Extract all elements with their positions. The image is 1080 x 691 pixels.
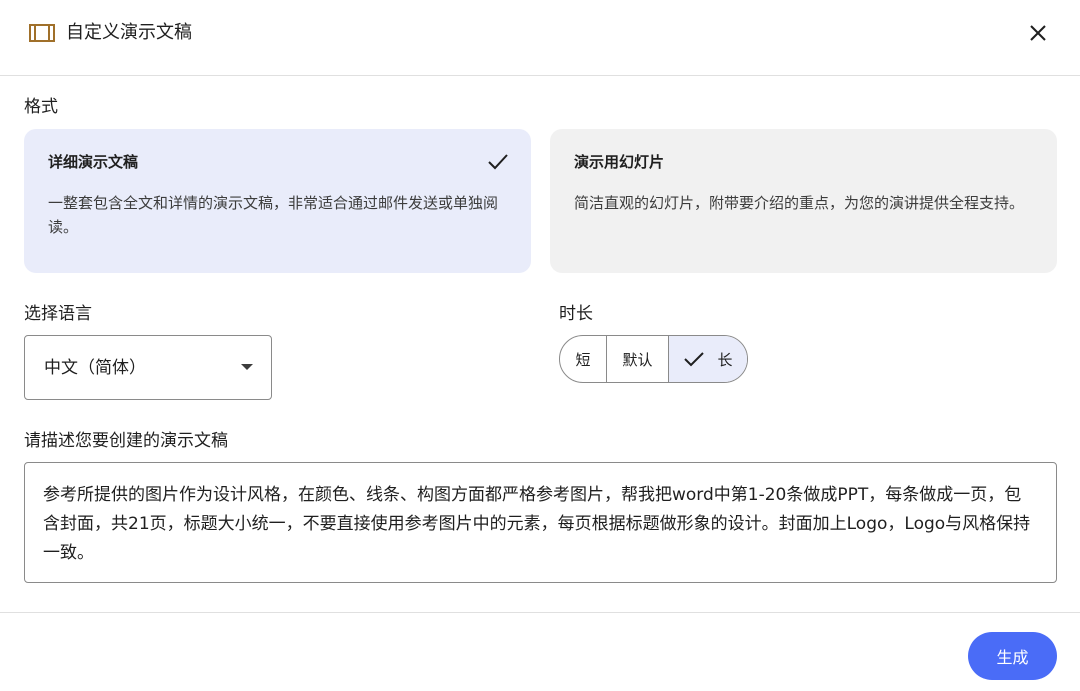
check-icon <box>488 154 508 170</box>
language-select[interactable]: 中文（简体） <box>24 335 272 400</box>
duration-option-label: 短 <box>575 350 591 369</box>
duration-segmented-control: 短 默认 长 <box>559 335 748 383</box>
check-icon <box>684 352 705 367</box>
format-option-description: 简洁直观的幻灯片，附带要介绍的重点，为您的演讲提供全程支持。 <box>574 194 1025 212</box>
duration-option-label: 默认 <box>622 350 653 369</box>
dropdown-arrow-icon <box>241 364 253 370</box>
language-label: 选择语言 <box>24 304 92 324</box>
duration-label: 时长 <box>559 304 593 324</box>
duration-option-label: 长 <box>717 350 733 369</box>
duration-option-default[interactable]: 默认 <box>606 336 668 382</box>
generate-button[interactable]: 生成 <box>968 632 1057 680</box>
dialog-header: 自定义演示文稿 <box>0 0 1080 76</box>
format-option-slides[interactable]: 演示用幻灯片 简洁直观的幻灯片，附带要介绍的重点，为您的演讲提供全程支持。 <box>550 129 1057 273</box>
format-option-title: 详细演示文稿 <box>48 153 139 171</box>
slides-icon <box>29 24 55 42</box>
footer-divider <box>0 612 1080 613</box>
format-label: 格式 <box>24 97 58 117</box>
language-select-value: 中文（简体） <box>44 358 146 378</box>
duration-option-short[interactable]: 短 <box>560 336 606 382</box>
description-textarea[interactable]: 参考所提供的图片作为设计风格，在颜色、线条、构图方面都严格参考图片，帮我把wor… <box>24 462 1057 583</box>
dialog-title: 自定义演示文稿 <box>66 22 192 43</box>
close-button[interactable] <box>1024 19 1052 47</box>
format-option-title: 演示用幻灯片 <box>574 153 665 171</box>
description-label: 请描述您要创建的演示文稿 <box>24 431 228 451</box>
duration-option-long[interactable]: 长 <box>668 336 747 382</box>
format-option-detailed[interactable]: 详细演示文稿 一整套包含全文和详情的演示文稿，非常适合通过邮件发送或单独阅读。 <box>24 129 531 273</box>
format-option-description: 一整套包含全文和详情的演示文稿，非常适合通过邮件发送或单独阅读。 <box>48 194 499 236</box>
close-icon <box>1030 25 1046 41</box>
